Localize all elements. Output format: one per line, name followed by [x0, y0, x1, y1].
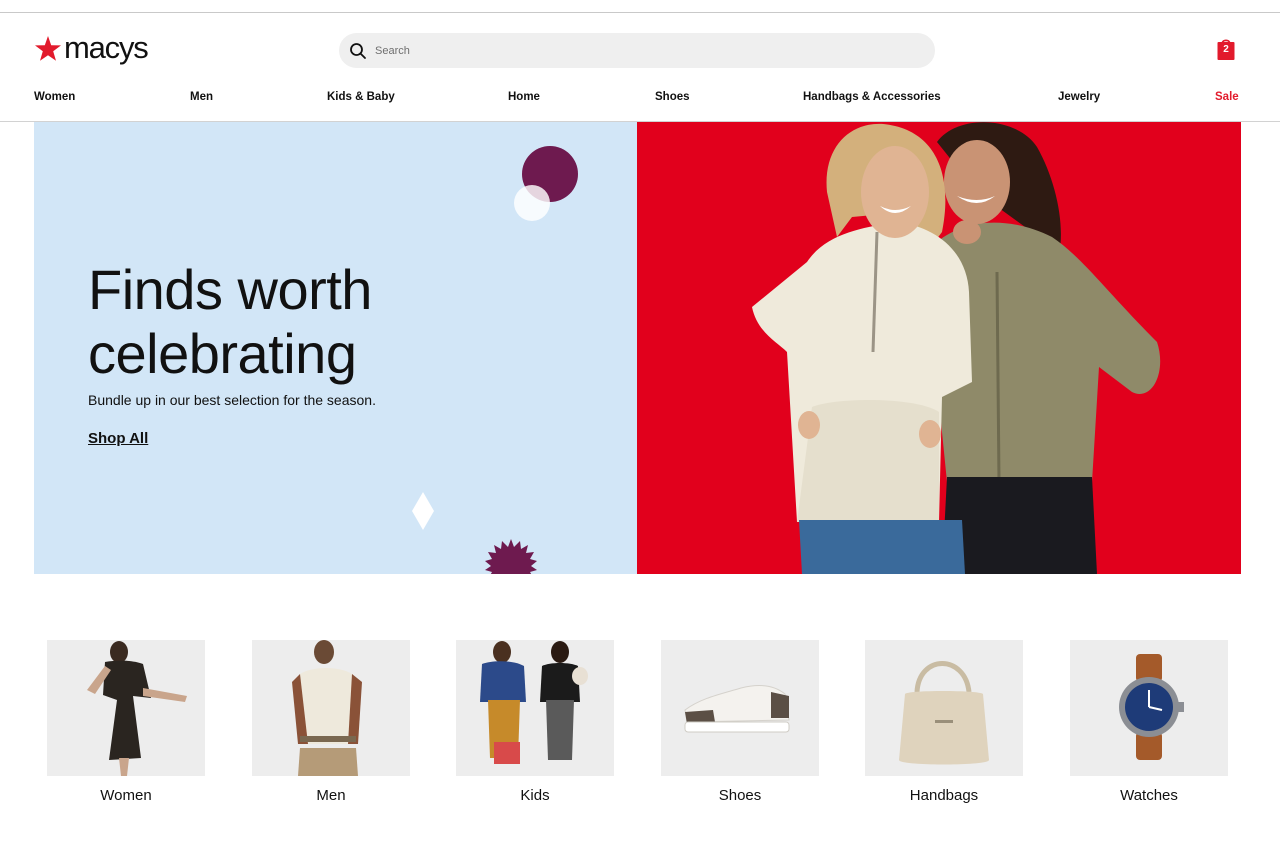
search-bar[interactable] — [339, 33, 935, 68]
category-label: Watches — [1120, 787, 1178, 804]
shopping-bag-button[interactable]: 2 — [1216, 37, 1236, 61]
category-label: Women — [100, 787, 152, 804]
nav-sale[interactable]: Sale — [1215, 91, 1239, 103]
category-row: Women Men Kids Shoes Handbags Watches — [0, 640, 1280, 820]
star-icon — [35, 36, 61, 61]
nav-women[interactable]: Women — [34, 91, 75, 103]
nav-men[interactable]: Men — [190, 91, 213, 103]
hero-models-photo — [752, 122, 1161, 574]
macys-logo[interactable]: macys — [34, 29, 149, 66]
search-input[interactable] — [375, 44, 915, 57]
category-kids[interactable]: Kids — [456, 640, 614, 804]
category-shoes-image — [661, 640, 819, 776]
hero-image-panel[interactable] — [637, 122, 1241, 574]
category-kids-image — [456, 640, 614, 776]
category-label: Handbags — [909, 787, 979, 804]
main-navigation: Women Men Kids & Baby Home Shoes Handbag… — [0, 91, 1280, 109]
category-men[interactable]: Men — [252, 640, 410, 804]
category-watches-image — [1070, 640, 1228, 776]
nav-handbags-accessories[interactable]: Handbags & Accessories — [803, 91, 941, 103]
decorative-circle — [514, 185, 550, 221]
decorative-starburst — [485, 539, 537, 574]
category-shoes[interactable]: Shoes — [661, 640, 819, 804]
nav-jewelry[interactable]: Jewelry — [1058, 91, 1100, 103]
category-handbags[interactable]: Handbags — [865, 640, 1023, 804]
shop-all-link[interactable]: Shop All — [88, 430, 148, 447]
hero-title: Finds worth celebrating — [88, 258, 372, 385]
category-women[interactable]: Women — [47, 640, 205, 804]
bag-count-badge: 2 — [1223, 44, 1229, 55]
nav-shoes[interactable]: Shoes — [655, 91, 690, 103]
category-label: Shoes — [718, 787, 762, 804]
category-handbags-image — [865, 640, 1023, 776]
logo-wordmark: macys — [64, 29, 149, 65]
category-watches[interactable]: Watches — [1070, 640, 1228, 804]
browser-top-rule — [0, 12, 1280, 13]
search-icon — [350, 42, 366, 59]
category-label: Kids — [520, 787, 550, 804]
category-label: Men — [316, 787, 346, 804]
hero-subtitle: Bundle up in our best selection for the … — [88, 392, 376, 408]
nav-home[interactable]: Home — [508, 91, 540, 103]
category-men-image — [252, 640, 410, 776]
hero-promo-panel: Finds worth celebrating Bundle up in our… — [34, 122, 637, 574]
nav-kids-baby[interactable]: Kids & Baby — [327, 91, 395, 103]
decorative-diamond — [412, 492, 434, 530]
category-women-image — [47, 640, 205, 776]
